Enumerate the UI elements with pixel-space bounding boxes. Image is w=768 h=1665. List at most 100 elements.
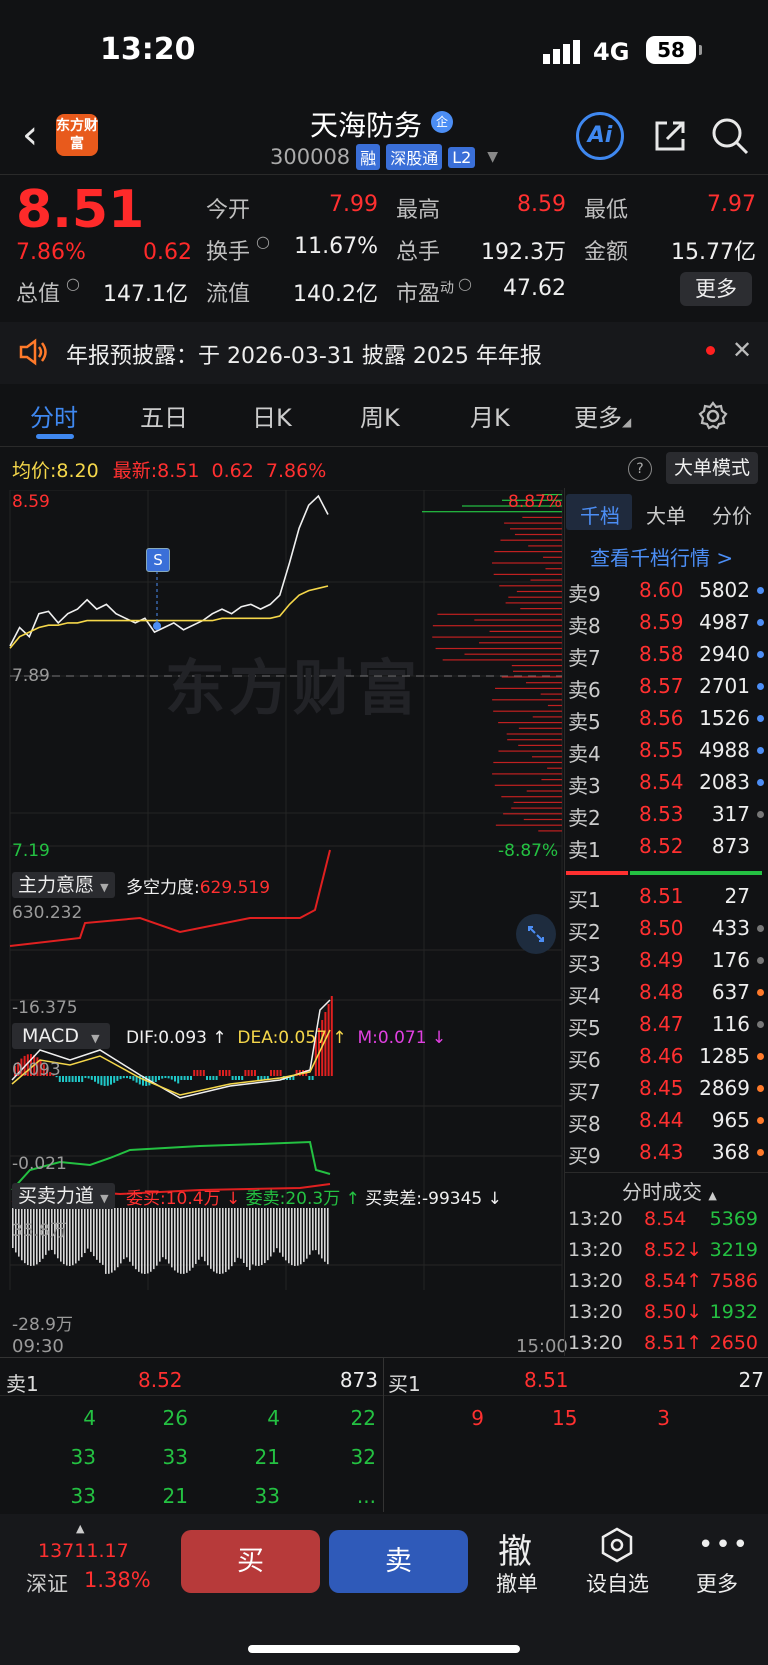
more-button[interactable]: 更多: [696, 1568, 738, 1598]
ask-volume: 2701: [699, 674, 750, 698]
macd-bar: [132, 1076, 135, 1081]
amount-value: 15.77亿: [671, 240, 756, 265]
indicator3-selector[interactable]: 买卖力道 ▼: [12, 1181, 115, 1209]
macd-bar: [202, 1070, 205, 1076]
bid-level: 买4: [568, 984, 601, 1008]
ask-row[interactable]: 卖3 8.54 2083: [568, 770, 764, 800]
order-dot-icon: [757, 779, 764, 786]
add-watchlist-button[interactable]: 设自选: [586, 1568, 649, 1598]
tab-intraday[interactable]: 分时: [30, 398, 78, 433]
index-value[interactable]: 13711.17: [38, 1540, 129, 1562]
tab-big-order[interactable]: 大单: [646, 500, 686, 529]
depth-bar: [525, 682, 562, 684]
ask-price: 8.55: [639, 738, 684, 762]
ask-level: 卖3: [568, 774, 601, 798]
cancel-order-button[interactable]: 撤单: [496, 1568, 538, 1598]
time-axis-end: 15:00: [516, 1336, 568, 1357]
ask-volume: 317: [711, 802, 750, 826]
order-diff-bar: [252, 1208, 254, 1265]
bid-row[interactable]: 买6 8.46 1285: [568, 1044, 764, 1074]
order-dot-icon: [757, 683, 764, 690]
tab-monthly-k[interactable]: 月K: [470, 398, 510, 433]
ask-row[interactable]: 卖7 8.58 2940: [568, 642, 764, 672]
ai-assistant-button[interactable]: Ai: [576, 112, 624, 160]
info-icon[interactable]: ○: [256, 232, 270, 251]
ask-row[interactable]: 卖6 8.57 2701: [568, 674, 764, 704]
order-dot-icon: [757, 1085, 764, 1092]
expand-icon[interactable]: [516, 914, 556, 954]
force-line: [9, 849, 331, 947]
order-diff-bar: [234, 1208, 236, 1263]
bid-row[interactable]: 买3 8.49 176: [568, 948, 764, 978]
order-dot-icon: [757, 811, 764, 818]
ask-row[interactable]: 卖8 8.59 4987: [568, 610, 764, 640]
bid-row[interactable]: 买2 8.50 433: [568, 916, 764, 946]
tab-full-depth[interactable]: 千档: [580, 500, 620, 529]
axis-min-pct: -8.87%: [498, 841, 559, 861]
order-diff-bar: [312, 1208, 314, 1251]
depth-bar: [495, 824, 562, 826]
help-icon[interactable]: ?: [628, 457, 652, 481]
ask-price: 8.52: [639, 834, 684, 858]
close-icon[interactable]: ✕: [732, 336, 752, 364]
info-icon[interactable]: ○: [458, 274, 472, 293]
depth-bar: [510, 528, 562, 530]
more-quote-button[interactable]: 更多: [680, 272, 752, 306]
tab-five-day[interactable]: 五日: [140, 398, 188, 433]
order-diff-bar: [81, 1208, 83, 1258]
search-icon[interactable]: [710, 116, 750, 156]
depth-bar: [540, 693, 562, 695]
big-order-mode-button[interactable]: 大单模式: [666, 452, 758, 484]
bid-row[interactable]: 买7 8.45 2869: [568, 1076, 764, 1106]
bid-row[interactable]: 买9 8.43 368: [568, 1140, 764, 1170]
sell-button[interactable]: 卖: [329, 1530, 468, 1593]
bid-price: 8.43: [639, 1140, 684, 1164]
info-icon[interactable]: ○: [66, 274, 80, 293]
gear-icon[interactable]: [697, 400, 729, 432]
view-depth-link[interactable]: 查看千档行情 >: [590, 542, 733, 571]
bid-row[interactable]: 买4 8.48 637: [568, 980, 764, 1010]
tab-more[interactable]: 更多◢: [574, 398, 631, 433]
back-chevron-icon[interactable]: ‹: [22, 112, 38, 158]
ask-row[interactable]: 卖9 8.60 5802: [568, 578, 764, 608]
order-force-min: -28.9万: [12, 1315, 73, 1335]
order-diff-bar: [318, 1208, 320, 1255]
tab-daily-k[interactable]: 日K: [252, 398, 292, 433]
ask-row[interactable]: 卖1 8.52 873: [568, 834, 764, 864]
bid-row[interactable]: 买1 8.51 27: [568, 884, 764, 914]
expand-up-icon[interactable]: ▲: [76, 1522, 84, 1535]
share-icon[interactable]: [652, 118, 688, 154]
volume-value: 192.3万: [481, 240, 566, 265]
macd-bar: [238, 1076, 240, 1080]
macd-bar: [196, 1070, 199, 1076]
tab-weekly-k[interactable]: 周K: [360, 398, 400, 433]
trades-title[interactable]: 分时成交 ▲: [622, 1176, 717, 1205]
bid-volume: 368: [711, 1140, 750, 1164]
buy-button[interactable]: 买: [181, 1530, 320, 1593]
order-diff-bar: [327, 1208, 329, 1265]
ask-row[interactable]: 卖4 8.55 4988: [568, 738, 764, 768]
ask-row[interactable]: 卖2 8.53 317: [568, 802, 764, 832]
order-diff-bar: [240, 1208, 242, 1259]
indicator1-selector[interactable]: 主力意愿 ▼: [12, 870, 115, 898]
order-dot-icon: [757, 989, 764, 996]
stock-code-row[interactable]: 300008 融 深股通 L2 ▼: [270, 144, 498, 170]
depth-bar: [518, 727, 562, 729]
more-dots-icon: •••: [698, 1530, 751, 1560]
bid-row[interactable]: 买8 8.44 965: [568, 1108, 764, 1138]
indicator2-selector[interactable]: MACD ▼: [12, 1023, 110, 1049]
depth-bar: [489, 630, 562, 632]
macd-bar: [209, 1076, 212, 1080]
order-diff-bar: [195, 1208, 197, 1264]
ask-price: 8.53: [639, 802, 684, 826]
ask-row[interactable]: 卖5 8.56 1526: [568, 706, 764, 736]
bid-row[interactable]: 买5 8.47 116: [568, 1012, 764, 1042]
home-indicator[interactable]: [248, 1645, 520, 1653]
tab-price-dist[interactable]: 分价: [712, 500, 752, 529]
order-diff-bar: [159, 1208, 161, 1262]
macd-bar: [62, 1076, 64, 1082]
depth-bar: [547, 767, 562, 769]
order-diff-bar: [231, 1208, 233, 1267]
order-diff-bar: [282, 1208, 284, 1257]
sell-signal-marker[interactable]: S: [146, 548, 170, 572]
